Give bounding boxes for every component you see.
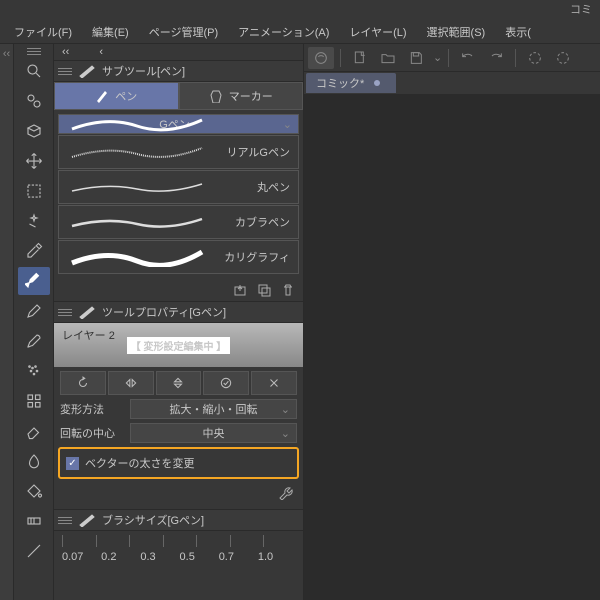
new-canvas-icon[interactable] [308, 47, 334, 69]
tool-palette [14, 44, 54, 600]
flip-h-button[interactable] [108, 371, 154, 395]
line-tool[interactable] [18, 537, 50, 565]
loading-icon [550, 47, 576, 69]
tab-marker[interactable]: マーカー [179, 82, 304, 110]
layer-banner: レイヤー 2 【 変形設定編集中 】 [54, 323, 303, 367]
canvas-toolbar: ⌄ [304, 44, 600, 72]
marquee-tool[interactable] [18, 177, 50, 205]
method-label: 変形方法 [60, 401, 124, 417]
brush-gpen[interactable]: Gペン [58, 114, 299, 134]
pattern-tool[interactable] [18, 387, 50, 415]
menu-file[interactable]: ファイル(F) [4, 20, 82, 44]
vector-thickness-label: ベクターの太さを変更 [85, 455, 195, 471]
blend-tool[interactable] [18, 447, 50, 475]
save-icon[interactable] [403, 47, 429, 69]
editing-badge: 【 変形設定編集中 】 [127, 337, 231, 354]
new-file-icon[interactable] [347, 47, 373, 69]
rotation-center-row: 回転の中心 中央 [54, 421, 303, 445]
eyedropper-tool[interactable] [18, 237, 50, 265]
hamburger-icon[interactable] [58, 68, 72, 75]
brush-kabura[interactable]: カブラペン [58, 205, 299, 239]
reset-button[interactable] [60, 371, 106, 395]
document-tabs: コミック* [304, 72, 600, 94]
brush-icon [76, 62, 98, 80]
delete-brush-icon[interactable] [279, 281, 297, 299]
toolprop-panel-header[interactable]: ツールプロパティ[Gペン] [54, 301, 303, 323]
gradient-tool[interactable] [18, 507, 50, 535]
menu-page[interactable]: ページ管理(P) [139, 20, 228, 44]
brushsize-values: 0.070.20.30.50.71.0 [54, 551, 303, 563]
transform-button-row [54, 369, 303, 397]
confirm-button[interactable] [203, 371, 249, 395]
undo-icon[interactable] [455, 47, 481, 69]
hamburger-icon[interactable] [58, 517, 72, 524]
method-select[interactable]: 拡大・縮小・回転 [130, 399, 297, 419]
panel-column: ‹‹‹ サブツール[ペン] ペン マーカー Gペン リアルGペン [54, 44, 304, 600]
airbrush-tool[interactable] [18, 357, 50, 385]
brushsize-scale[interactable] [54, 531, 303, 551]
fill-tool[interactable] [18, 477, 50, 505]
magnify-tool[interactable] [18, 57, 50, 85]
pencil-tool[interactable] [18, 297, 50, 325]
document-tab[interactable]: コミック* [306, 73, 396, 93]
brush-calligraphy[interactable]: カリグラフィ [58, 240, 299, 274]
menu-bar: ファイル(F) 編集(E) ページ管理(P) アニメーション(A) レイヤー(L… [0, 20, 600, 44]
move-tool[interactable] [18, 147, 50, 175]
subtool-tabs: ペン マーカー [54, 82, 303, 110]
center-select[interactable]: 中央 [130, 423, 297, 443]
export-brush-icon[interactable] [231, 281, 249, 299]
panel-collapse-row[interactable]: ‹‹‹ [54, 44, 303, 60]
brush-actions [54, 279, 303, 301]
menu-anim[interactable]: アニメーション(A) [228, 20, 339, 44]
pen-tool[interactable] [18, 267, 50, 295]
menu-layer[interactable]: レイヤー(L) [339, 20, 416, 44]
toolbar-menu-icon[interactable] [27, 48, 41, 55]
brush-icon [76, 303, 98, 321]
object-tool[interactable] [18, 117, 50, 145]
center-label: 回転の中心 [60, 425, 124, 441]
brushsize-title: ブラシサイズ[Gペン] [102, 512, 204, 528]
brush-icon [76, 511, 98, 529]
hamburger-icon[interactable] [58, 309, 72, 316]
tab-pen[interactable]: ペン [54, 82, 179, 110]
open-folder-icon[interactable] [375, 47, 401, 69]
menu-edit[interactable]: 編集(E) [82, 20, 139, 44]
cancel-button[interactable] [251, 371, 297, 395]
title-bar: コミ [0, 0, 600, 20]
canvas-area: ⌄ コミック* [304, 44, 600, 600]
menu-select[interactable]: 選択範囲(S) [417, 20, 496, 44]
toolprop-title: ツールプロパティ[Gペン] [102, 304, 226, 320]
vector-thickness-option[interactable]: ✓ ベクターの太さを変更 [58, 447, 299, 479]
brush-tool[interactable] [18, 327, 50, 355]
loading-icon [522, 47, 548, 69]
layer-name: レイヤー 2 [62, 327, 115, 343]
redo-icon[interactable] [483, 47, 509, 69]
brushsize-panel-header[interactable]: ブラシサイズ[Gペン] [54, 509, 303, 531]
brush-list: Gペン リアルGペン 丸ペン カブラペン カリグラフィ [54, 110, 303, 279]
subtool-panel-header[interactable]: サブツール[ペン] [54, 60, 303, 82]
eraser-tool[interactable] [18, 417, 50, 445]
brush-realgpen[interactable]: リアルGペン [58, 135, 299, 169]
checkbox-checked-icon[interactable]: ✓ [66, 457, 79, 470]
subtool-title: サブツール[ペン] [102, 63, 185, 79]
unsaved-dot-icon [374, 80, 380, 86]
wrench-icon[interactable] [277, 483, 295, 501]
menu-view[interactable]: 表示( [495, 20, 541, 44]
brush-marupen[interactable]: 丸ペン [58, 170, 299, 204]
duplicate-brush-icon[interactable] [255, 281, 273, 299]
transform-method-row: 変形方法 拡大・縮小・回転 [54, 397, 303, 421]
collapse-bar-left[interactable]: ‹‹ [0, 44, 14, 600]
subview-tool[interactable] [18, 87, 50, 115]
wand-tool[interactable] [18, 207, 50, 235]
flip-v-button[interactable] [156, 371, 202, 395]
dropdown-icon[interactable]: ⌄ [433, 51, 442, 64]
